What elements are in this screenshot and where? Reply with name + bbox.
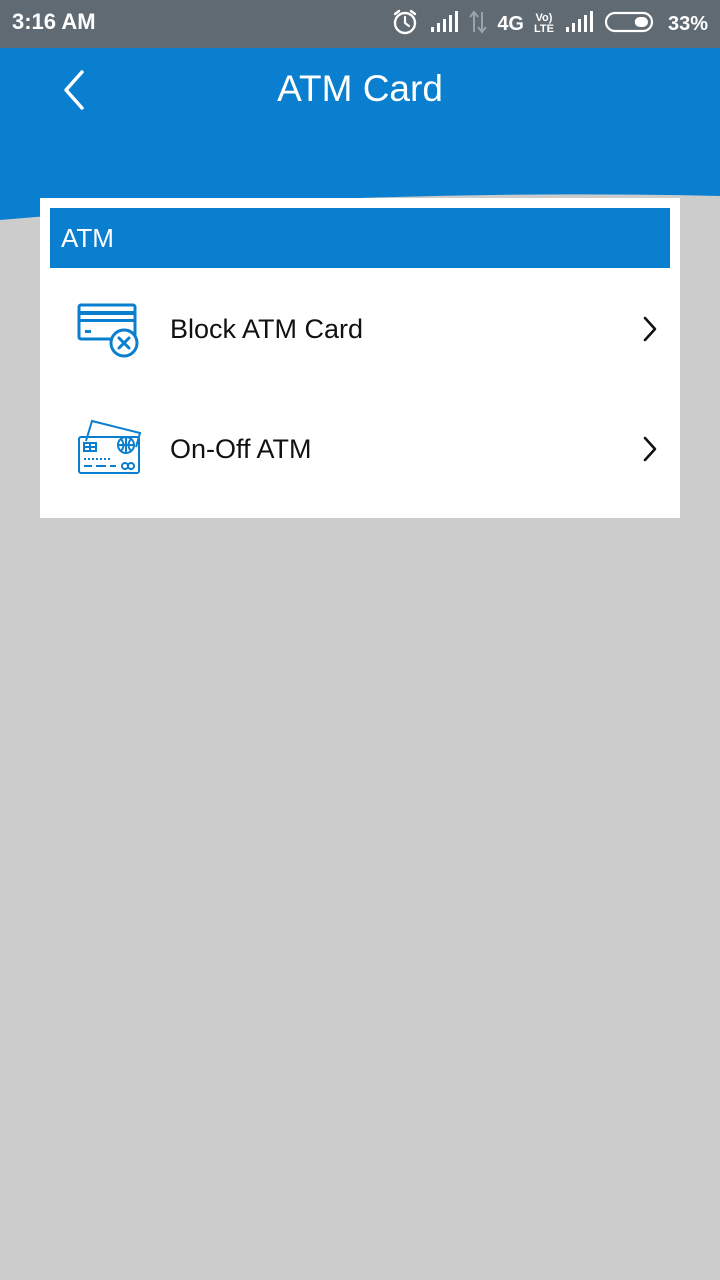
atm-options-card: ATM Block ATM Card On-Off ATM <box>40 198 680 518</box>
card-block-icon <box>76 299 144 359</box>
network-type: 4G <box>497 12 524 35</box>
status-icons: 4G Vo) LTE 33% <box>391 8 708 40</box>
signal-icon-2 <box>564 10 594 38</box>
status-time: 3:16 AM <box>12 9 96 34</box>
screen: 3:16 AM 4G Vo) LTE 33% ATM Card ATM Bloc… <box>0 0 720 1280</box>
block-atm-card-item[interactable]: Block ATM Card <box>40 274 680 384</box>
page-title: ATM Card <box>277 68 443 109</box>
on-off-atm-item[interactable]: On-Off ATM <box>40 394 680 504</box>
volte-bottom-text: LTE <box>534 23 554 35</box>
battery-percent: 33% <box>667 12 708 35</box>
section-header: ATM <box>50 208 670 268</box>
on-off-atm-label: On-Off ATM <box>170 434 312 464</box>
chevron-right-icon <box>642 314 658 344</box>
status-bar: 3:16 AM 4G Vo) LTE 33% <box>0 0 720 48</box>
block-atm-card-label: Block ATM Card <box>170 314 364 344</box>
data-arrows-icon <box>469 9 488 39</box>
alarm-icon <box>391 8 419 41</box>
battery-icon <box>604 10 658 39</box>
chevron-right-icon <box>642 434 658 464</box>
card-toggle-icon <box>76 419 144 479</box>
signal-icon <box>429 10 459 38</box>
volte-icon: Vo) LTE <box>534 13 554 35</box>
